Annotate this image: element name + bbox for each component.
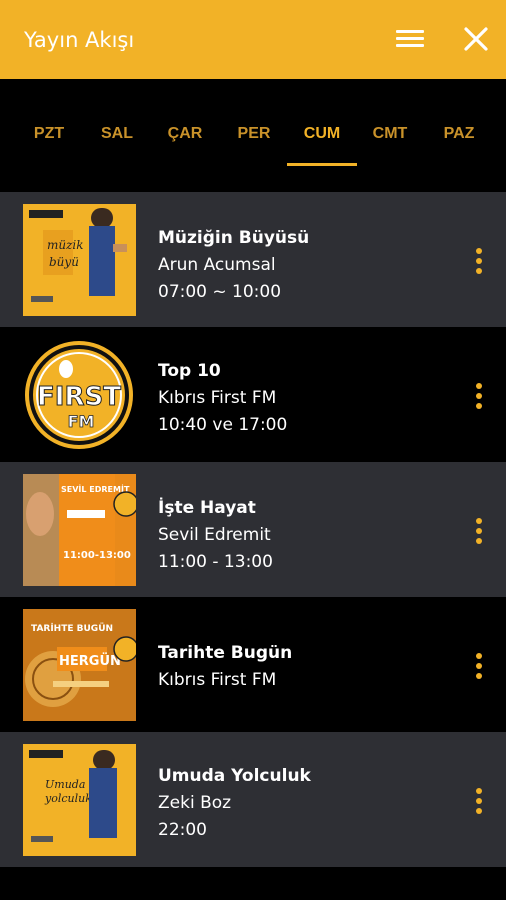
list-item[interactable]: Umuda yolculuk Umuda Yolculuk Zeki Boz 2…: [0, 732, 506, 867]
more-options-icon[interactable]: [476, 383, 486, 413]
svg-text:HERGÜN: HERGÜN: [59, 653, 121, 669]
program-host: Arun Acumsal: [158, 255, 276, 275]
svg-text:Umuda: Umuda: [45, 778, 85, 791]
svg-text:FIRST: FIRST: [37, 382, 121, 412]
tab-cmt[interactable]: CMT: [355, 125, 425, 143]
program-title: Top 10: [158, 361, 221, 381]
more-options-icon[interactable]: [476, 248, 486, 278]
program-time: 10:40 ve 17:00: [158, 415, 288, 435]
svg-text:TARİHTE BUGÜN: TARİHTE BUGÜN: [31, 623, 113, 634]
svg-text:SEVİL EDREMİT: SEVİL EDREMİT: [61, 484, 130, 494]
list-item[interactable]: FIRST FM Top 10 Kıbrıs First FM 10:40 ve…: [0, 327, 506, 462]
tab-per[interactable]: PER: [219, 125, 289, 143]
app-header: Yayın Akışı: [0, 0, 506, 79]
more-options-icon[interactable]: [476, 653, 486, 683]
program-thumbnail: müzik büyü: [23, 204, 136, 316]
program-time: 07:00 ~ 10:00: [158, 282, 282, 302]
program-time: 22:00: [158, 820, 207, 840]
program-list: müzik büyü Müziğin Büyüsü Arun Acumsal 0…: [0, 192, 506, 867]
tab-pzt[interactable]: PZT: [14, 125, 84, 143]
svg-text:11:00-13:00: 11:00-13:00: [63, 550, 131, 561]
more-options-icon[interactable]: [476, 788, 486, 818]
tab-car[interactable]: ÇAR: [150, 125, 220, 143]
svg-text:FM: FM: [68, 412, 95, 431]
active-tab-indicator: [287, 163, 357, 166]
list-item[interactable]: TARİHTE BUGÜN HERGÜN Tarihte Bugün Kıbrı…: [0, 597, 506, 732]
close-icon[interactable]: [462, 25, 490, 53]
program-host: Kıbrıs First FM: [158, 388, 277, 408]
page-title: Yayın Akışı: [24, 28, 135, 52]
program-thumbnail: Umuda yolculuk: [23, 744, 136, 856]
svg-text:yolculuk: yolculuk: [44, 792, 92, 805]
list-item[interactable]: SEVİL EDREMİT 11:00-13:00 İşte Hayat Sev…: [0, 462, 506, 597]
svg-text:müzik: müzik: [47, 238, 84, 252]
menu-icon[interactable]: [396, 26, 426, 52]
tab-paz[interactable]: PAZ: [424, 125, 494, 143]
day-tabs: PZT SAL ÇAR PER CUM CMT PAZ: [0, 79, 506, 192]
program-title: İşte Hayat: [158, 498, 256, 518]
program-title: Müziğin Büyüsü: [158, 228, 310, 248]
more-options-icon[interactable]: [476, 518, 486, 548]
program-thumbnail: SEVİL EDREMİT 11:00-13:00: [23, 474, 136, 586]
program-host: Kıbrıs First FM: [158, 670, 277, 690]
tab-cum[interactable]: CUM: [287, 125, 357, 143]
program-title: Tarihte Bugün: [158, 643, 293, 663]
tab-sal[interactable]: SAL: [82, 125, 152, 143]
program-time: 11:00 - 13:00: [158, 552, 273, 572]
program-host: Sevil Edremit: [158, 525, 271, 545]
svg-text:büyü: büyü: [49, 255, 79, 269]
list-item[interactable]: müzik büyü Müziğin Büyüsü Arun Acumsal 0…: [0, 192, 506, 327]
first-fm-logo: FIRST FM: [23, 339, 136, 451]
program-host: Zeki Boz: [158, 793, 232, 813]
program-thumbnail: TARİHTE BUGÜN HERGÜN: [23, 609, 136, 721]
program-title: Umuda Yolculuk: [158, 766, 311, 786]
